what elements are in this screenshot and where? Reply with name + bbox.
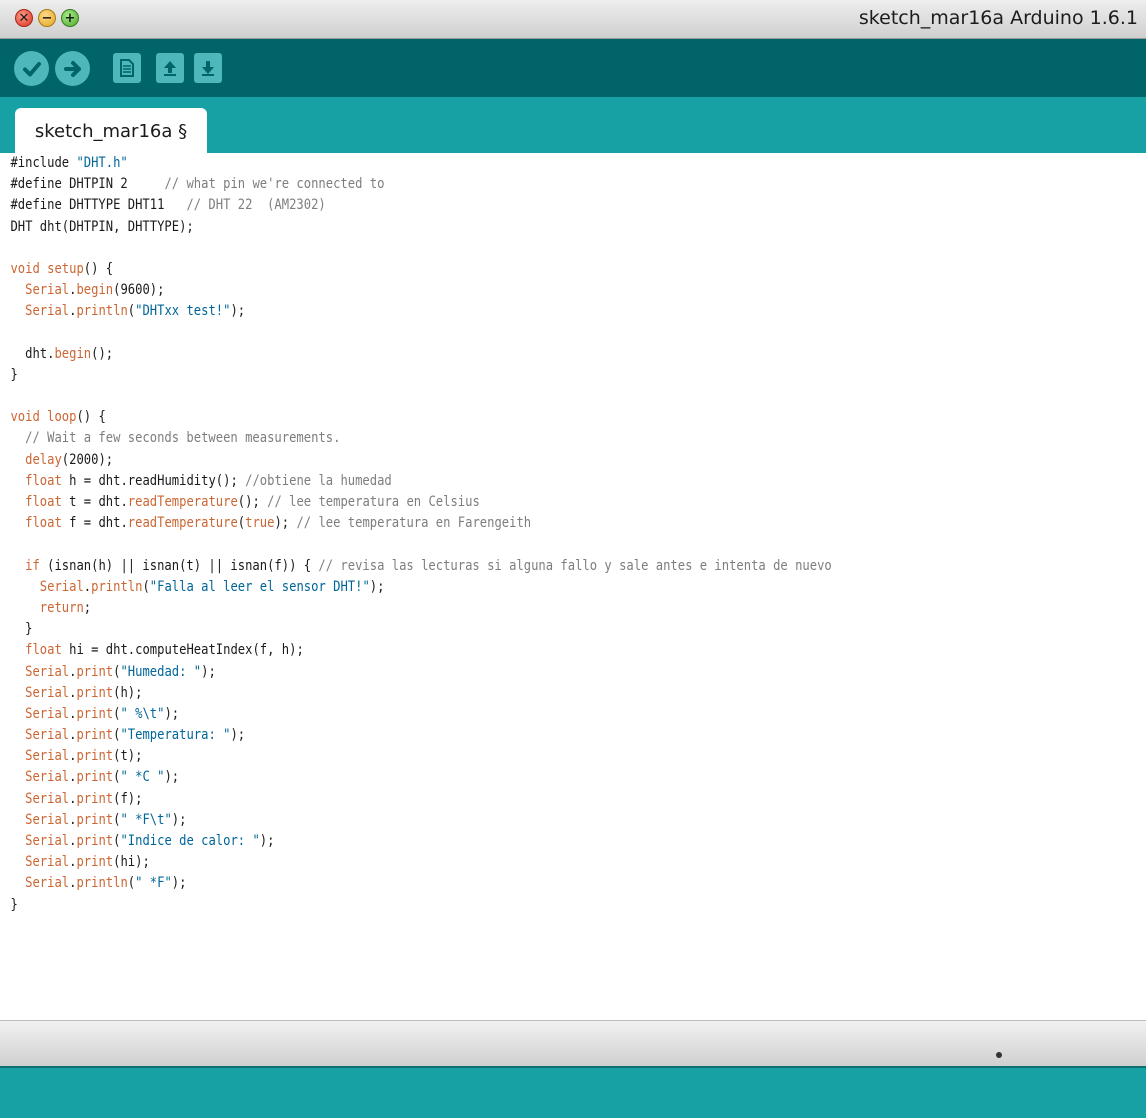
code-line: Serial.print("Humedad: "); [25,663,216,680]
code-line: #define DHTPIN 2 // what pin we're conne… [10,176,385,193]
code-line: delay(2000); [25,451,114,468]
editor-console-divider[interactable] [0,1020,1146,1067]
code-line: float h = dht.readHumidity(); //obtiene … [25,472,392,489]
code-line: Serial.print(" %\t"); [25,705,180,722]
title-bar: ✕ − + sketch_mar16a Arduino 1.6.1 [0,0,1146,39]
code-line: Serial.println(" *F"); [25,875,187,892]
code-line: // Wait a few seconds between measuremen… [25,430,341,447]
code-line: Serial.print(f); [25,790,143,807]
code-line: float hi = dht.computeHeatIndex(f, h); [25,642,304,659]
maximize-window-button[interactable]: + [61,9,79,27]
close-icon: ✕ [18,10,30,26]
code-line: Serial.println("DHTxx test!"); [25,303,246,320]
open-button[interactable] [156,53,184,83]
save-button[interactable] [194,53,222,83]
code-area[interactable]: #include "DHT.h" #define DHTPIN 2 // what… [0,153,997,916]
arrow-down-icon [202,61,214,76]
tab-strip: sketch_mar16a § [0,97,1146,154]
code-line: void loop() { [10,409,106,426]
code-line: void setup() { [10,260,114,277]
code-line: #include "DHT.h" [10,155,128,171]
code-line: Serial.print(" *F\t"); [25,811,187,828]
arrow-up-icon [164,61,176,76]
code-line: Serial.print(h); [25,684,143,701]
code-line: } [10,896,18,913]
new-button[interactable] [113,53,141,83]
code-editor[interactable]: #include "DHT.h" #define DHTPIN 2 // what… [0,153,1146,1020]
code-line: ​ [10,323,997,344]
code-line: if (isnan(h) || isnan(t) || isnan(f)) { … [25,557,832,574]
console-area [0,1066,1146,1118]
code-line: Serial.print(" *C "); [25,769,180,786]
minimize-icon: − [41,10,53,26]
divider-handle[interactable] [996,1052,1002,1058]
code-line: float f = dht.readTemperature(true); // … [25,515,532,532]
code-line: Serial.println("Falla al leer el sensor … [39,578,385,595]
minimize-window-button[interactable]: − [38,9,56,27]
code-line: ​ [10,386,997,407]
code-line: #define DHTTYPE DHT11 // DHT 22 (AM2302) [10,197,326,214]
upload-button[interactable] [55,51,90,86]
code-line: Serial.print("Indice de calor: "); [25,833,275,849]
window-title: sketch_mar16a Arduino 1.6.1 [858,7,1138,29]
toolbar [0,39,1146,97]
arrow-right-icon [63,60,81,77]
code-line: } [10,621,33,638]
code-line: return; [39,599,92,616]
close-window-button[interactable]: ✕ [15,9,33,27]
checkmark-icon [22,61,41,76]
maximize-icon: + [64,10,76,26]
verify-button[interactable] [14,51,49,86]
code-line: Serial.print(hi); [25,854,150,871]
code-line: Serial.print("Temperatura: "); [25,727,246,744]
tab-sketch[interactable]: sketch_mar16a § [15,108,207,154]
code-line: DHT dht(DHTPIN, DHTTYPE); [10,218,194,235]
code-line: ​ [10,534,997,555]
code-line: } [10,366,18,383]
code-line: dht.begin(); [10,345,114,362]
new-file-icon [120,59,134,77]
code-line: Serial.print(t); [25,748,143,765]
code-line: Serial.begin(9600); [25,282,165,299]
code-line: float t = dht.readTemperature(); // lee … [25,494,480,510]
code-line: ​ [10,238,997,259]
